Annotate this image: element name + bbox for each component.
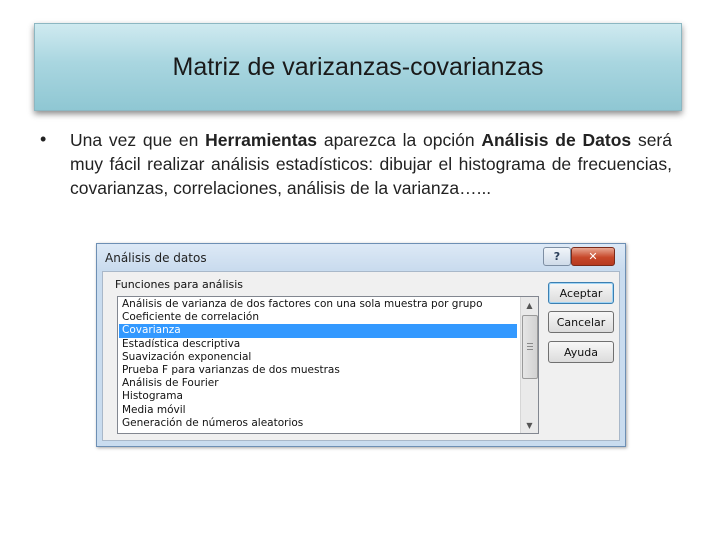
functions-label-text: Funciones para análisis (115, 278, 244, 291)
list-item[interactable]: Prueba F para varianzas de dos muestras (119, 364, 517, 377)
list-item[interactable]: Suavización exponencial (119, 351, 517, 364)
bullet-marker: • (40, 129, 47, 149)
dialog-title: Análisis de datos (105, 251, 207, 265)
list-item[interactable]: Generación de números aleatorios (119, 417, 517, 430)
list-item[interactable]: Análisis de varianza de dos factores con… (119, 298, 517, 311)
bullet-text-part-2: aparezca la opción (317, 130, 482, 150)
grip-line (527, 349, 533, 350)
slide-title-box: Matriz de varizanzas-covarianzas (34, 23, 682, 111)
analisis-de-datos-dialog: Análisis de datos ? ✕ Funciones para aná… (96, 243, 626, 447)
cancel-button-label: Cancelar (556, 315, 606, 329)
vertical-scrollbar[interactable]: ▲ ▼ (520, 297, 538, 433)
grip-line (527, 343, 533, 344)
accept-button-label: Aceptar (559, 286, 603, 300)
list-item[interactable]: Media móvil (119, 404, 517, 417)
list-item[interactable]: Estadística descriptiva (119, 338, 517, 351)
bullet-text: Una vez que en Herramientas aparezca la … (70, 128, 672, 200)
bullet-point: • Una vez que en Herramientas aparezca l… (40, 128, 672, 200)
scroll-up-icon[interactable]: ▲ (521, 297, 538, 313)
list-item[interactable]: Análisis de Fourier (119, 377, 517, 390)
dialog-body: Funciones para análisis Análisis de vari… (102, 271, 620, 441)
question-icon: ? (553, 250, 561, 263)
close-icon: ✕ (588, 250, 598, 263)
help-titlebar-button[interactable]: ? (543, 247, 571, 266)
dialog-titlebar[interactable]: Análisis de datos ? ✕ (97, 244, 625, 270)
bullet-text-part-1: Una vez que en (70, 130, 206, 150)
scroll-thumb[interactable] (522, 315, 538, 379)
functions-label: Funciones para análisis (115, 278, 243, 291)
grip-line (527, 346, 533, 347)
cancel-button[interactable]: Cancelar (548, 311, 614, 333)
functions-list: Análisis de varianza de dos factores con… (119, 298, 517, 430)
bullet-bold-analisis-datos: Análisis de Datos (481, 130, 632, 150)
close-button[interactable]: ✕ (571, 247, 615, 266)
help-button-label: Ayuda (564, 345, 598, 359)
functions-listbox[interactable]: Análisis de varianza de dos factores con… (117, 296, 539, 434)
list-item[interactable]: Histograma (119, 390, 517, 403)
slide-title: Matriz de varizanzas-covarianzas (172, 52, 544, 81)
bullet-bold-herramientas: Herramientas (205, 130, 318, 150)
accept-button[interactable]: Aceptar (548, 282, 614, 304)
list-item[interactable]: Covarianza (119, 324, 517, 338)
help-button[interactable]: Ayuda (548, 341, 614, 363)
list-item[interactable]: Coeficiente de correlación (119, 311, 517, 324)
scroll-down-icon[interactable]: ▼ (521, 417, 538, 433)
